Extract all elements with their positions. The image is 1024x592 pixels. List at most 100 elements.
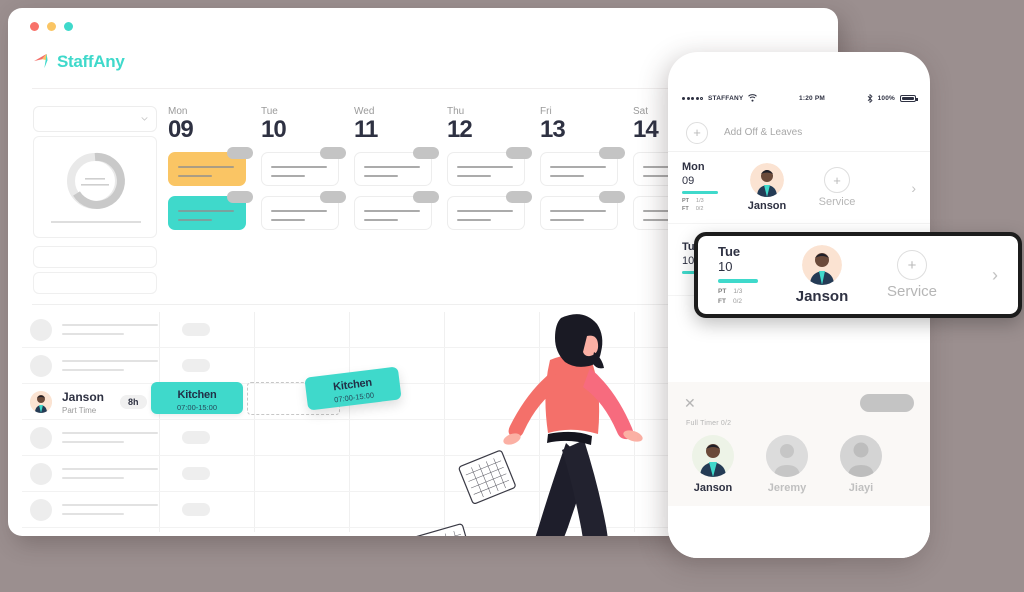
day-name: Mon bbox=[682, 160, 705, 173]
staff-name: Janson bbox=[62, 390, 105, 404]
hours-badge-placeholder bbox=[182, 323, 210, 336]
add-off-leaves-row[interactable]: + Add Off & Leaves bbox=[668, 114, 930, 152]
shift-card[interactable] bbox=[261, 191, 346, 230]
staff-name-placeholder bbox=[62, 360, 162, 371]
assigned-person[interactable]: Janson bbox=[734, 163, 800, 212]
hours-badge-placeholder bbox=[182, 359, 210, 372]
ft-label: FT bbox=[718, 297, 726, 305]
day-name: Tue bbox=[718, 243, 741, 259]
donut-chart-icon bbox=[67, 152, 125, 209]
sidebar-placeholder-bar-1 bbox=[33, 246, 157, 268]
avatar bbox=[766, 435, 808, 477]
phone-status-bar: STAFFANY 1:20 PM 100% bbox=[668, 90, 930, 106]
list-item[interactable]: Janson bbox=[684, 435, 742, 494]
shift-line-secondary bbox=[178, 219, 212, 221]
shift-title: Kitchen bbox=[177, 389, 217, 401]
shift-time: 07:00-15:00 bbox=[176, 403, 218, 412]
shift-card[interactable] bbox=[447, 147, 532, 186]
minimize-window-dot[interactable] bbox=[47, 22, 56, 31]
shift-card[interactable] bbox=[447, 191, 532, 230]
calendar-paper-icon bbox=[414, 523, 474, 536]
staff-identity: Janson Part Time bbox=[62, 388, 104, 415]
sidebar-placeholder-bar-2 bbox=[33, 272, 157, 294]
shift-card[interactable] bbox=[168, 191, 253, 230]
full-timer-count: FT 0/2 bbox=[682, 206, 734, 214]
day-column-wed: Wed 11 bbox=[354, 106, 447, 230]
shift-card[interactable] bbox=[261, 147, 346, 186]
day-number: 09 bbox=[682, 174, 695, 187]
shift-line-primary bbox=[364, 166, 420, 168]
ft-value: 0/2 bbox=[695, 206, 704, 213]
add-service-slot[interactable]: + Service bbox=[864, 250, 960, 300]
shift-line-secondary bbox=[550, 175, 584, 177]
shift-line-primary bbox=[364, 210, 420, 212]
person-name: Janson bbox=[795, 288, 849, 305]
shift-line-secondary bbox=[457, 219, 491, 221]
app-logo[interactable]: StaffAny bbox=[33, 52, 125, 72]
chevron-right-icon[interactable]: › bbox=[992, 265, 998, 286]
pt-value: 1/3 bbox=[696, 198, 704, 205]
signal-strength-icon bbox=[682, 96, 703, 100]
shift-line-primary bbox=[178, 210, 234, 212]
shift-badge bbox=[227, 147, 253, 159]
hours-badge-placeholder bbox=[182, 467, 210, 480]
shift-badge bbox=[413, 191, 439, 203]
shift-card-kitchen-placed[interactable]: Kitchen 07:00-15:00 bbox=[151, 382, 243, 414]
avatar bbox=[30, 390, 52, 413]
shift-line-primary bbox=[271, 210, 327, 212]
donut-caption-placeholder bbox=[51, 221, 141, 223]
day-summary: Tue 10 PT 1/3 FT 0/2 bbox=[718, 244, 780, 306]
chevron-right-icon[interactable]: › bbox=[911, 180, 916, 196]
staff-type: Part Time bbox=[62, 406, 97, 415]
list-item[interactable]: Jeremy bbox=[758, 435, 816, 494]
assigned-person[interactable]: Janson bbox=[780, 245, 864, 305]
add-service-plus-icon[interactable]: + bbox=[824, 167, 850, 193]
shift-card[interactable] bbox=[540, 191, 625, 230]
close-icon[interactable]: ✕ bbox=[684, 396, 696, 410]
avatar bbox=[840, 435, 882, 477]
avatar bbox=[30, 462, 52, 485]
picker-header: ✕ bbox=[668, 382, 930, 416]
add-off-leaves-label: Add Off & Leaves bbox=[724, 127, 803, 138]
phone-day-row-mon[interactable]: Mon 09 PT 1/3 FT 0/2 Janson + Service › bbox=[668, 152, 930, 224]
pt-label: PT bbox=[682, 198, 690, 205]
staff-name-placeholder bbox=[62, 432, 162, 443]
screenshot-stage: StaffAny Mon 09 Tue 10 Wed 11 Thu 12 Fri… bbox=[0, 0, 1024, 592]
shift-card[interactable] bbox=[168, 147, 253, 186]
filter-select-placeholder[interactable] bbox=[33, 106, 157, 132]
add-service-slot[interactable]: + Service bbox=[800, 167, 874, 208]
service-label: Service bbox=[818, 196, 856, 208]
list-item[interactable]: Jiayi bbox=[832, 435, 890, 494]
avatar bbox=[30, 498, 52, 521]
staff-name-placeholder bbox=[62, 324, 162, 335]
person-name: Janson bbox=[747, 200, 787, 212]
full-timer-section-label: Full Timer 0/2 bbox=[686, 420, 732, 427]
add-plus-icon[interactable]: + bbox=[686, 121, 708, 144]
shift-badge bbox=[320, 147, 346, 159]
day-number: 10 bbox=[718, 259, 733, 275]
close-window-dot[interactable] bbox=[30, 22, 39, 31]
pt-value: 1/3 bbox=[733, 288, 743, 296]
picker-action-button[interactable] bbox=[860, 394, 914, 412]
part-timer-count: PT 1/3 bbox=[682, 198, 734, 206]
day-number: 12 bbox=[447, 116, 473, 143]
shift-card[interactable] bbox=[354, 147, 439, 186]
shift-card[interactable] bbox=[354, 191, 439, 230]
day-number: 09 bbox=[168, 116, 194, 143]
shift-card[interactable] bbox=[540, 147, 625, 186]
add-service-plus-icon[interactable]: + bbox=[897, 250, 927, 280]
person-avatar-icon bbox=[802, 245, 842, 285]
person-avatar-icon bbox=[692, 435, 734, 477]
person-name: Jiayi bbox=[848, 482, 874, 494]
staffany-arrow-icon bbox=[34, 53, 48, 69]
maximize-window-dot[interactable] bbox=[64, 22, 73, 31]
phone-day-row-tue-zoom-callout[interactable]: Tue 10 PT 1/3 FT 0/2 Janson + Service › bbox=[694, 232, 1022, 318]
clock-label: 1:20 PM bbox=[799, 94, 825, 102]
staff-name-placeholder bbox=[62, 504, 162, 515]
calendar-paper-icon bbox=[458, 450, 516, 504]
shift-line-secondary bbox=[364, 175, 398, 177]
person-avatar-icon bbox=[750, 163, 784, 197]
day-number: 11 bbox=[354, 116, 378, 143]
day-number: 13 bbox=[540, 116, 566, 143]
ft-value: 0/2 bbox=[732, 297, 742, 305]
